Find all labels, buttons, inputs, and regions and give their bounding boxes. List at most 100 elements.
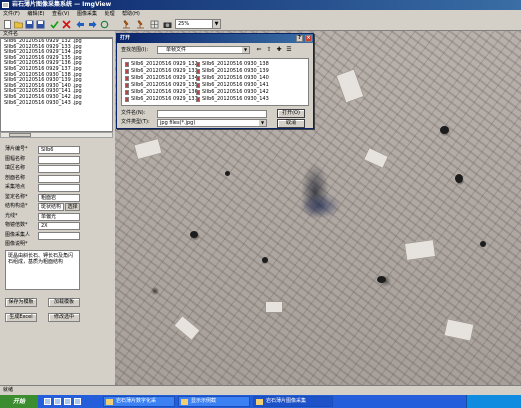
load-template-button[interactable]: 加载模板 <box>48 298 80 307</box>
menu-view[interactable]: 查看(V) <box>49 10 72 18</box>
list-item[interactable]: SIIb6_20120516 0929_135 <box>125 82 198 88</box>
menu-process[interactable]: 处理 <box>102 10 118 18</box>
crystal-grain <box>443 318 475 342</box>
list-item[interactable]: SIIb6_20120516 0929_133 <box>125 68 198 74</box>
list-item[interactable]: SIIb6_20120516 0929_136 <box>125 89 198 95</box>
arrow-right-icon[interactable] <box>88 20 97 29</box>
menu-bar: 文件(F) 编辑(E) 查看(V) 图像采集 处理 帮助(H) <box>0 10 521 18</box>
crystal-grain <box>133 137 163 161</box>
app-icon <box>106 399 113 405</box>
file-name: SIIb6_20120516 0929_137 <box>131 96 198 102</box>
taskbar-item[interactable]: 显示示例截 <box>178 396 250 407</box>
structure-select-button[interactable]: 选择 <box>65 203 80 211</box>
list-item[interactable]: SIIb6_20120516 0930_143 <box>196 96 269 102</box>
dialog-file-list[interactable]: SIIb6_20120516 0929_132 SIIb6_20120516 0… <box>121 58 309 106</box>
file-list-scrollbar[interactable] <box>0 132 113 138</box>
list-item[interactable]: SIIb6_20120516 0930_143 .jpg <box>1 100 112 107</box>
help-icon[interactable]: ? <box>296 35 303 42</box>
open-folder-icon[interactable] <box>14 20 23 29</box>
check-icon[interactable] <box>50 20 59 29</box>
look-in-select[interactable]: 单帧文件 ▼ <box>157 46 250 54</box>
camera-icon[interactable] <box>163 20 172 29</box>
collector-input[interactable] <box>38 232 80 240</box>
close-icon[interactable]: × <box>305 35 312 42</box>
dialog-title: 打开 <box>120 35 131 41</box>
menu-help[interactable]: 帮助(H) <box>119 10 143 18</box>
filename-input[interactable] <box>157 110 267 118</box>
structure-input[interactable]: 斑状结构 <box>38 203 64 211</box>
delete-icon[interactable] <box>62 20 71 29</box>
save-icon[interactable] <box>25 20 34 29</box>
open-button[interactable]: 打开(O) <box>277 109 305 118</box>
list-item[interactable]: SIIb6_20120516 0930_141 <box>196 82 269 88</box>
menu-edit[interactable]: 编辑(E) <box>24 10 47 18</box>
chevron-down-icon[interactable]: ▼ <box>212 20 220 28</box>
quicklaunch-folder-icon[interactable] <box>74 398 81 405</box>
section-name-input[interactable] <box>38 175 80 183</box>
zoom-select[interactable]: 25% ▼ <box>175 19 221 29</box>
file-list-header[interactable]: 文件名 <box>0 31 113 38</box>
list-item[interactable]: SIIb6_20120516 0930_139 <box>196 68 269 74</box>
list-item[interactable]: SIIb6_20120516 0930_138 <box>196 61 269 67</box>
quicklaunch-desktop-icon[interactable] <box>54 398 61 405</box>
crystal-grain <box>363 147 389 169</box>
grid-icon[interactable] <box>150 20 159 29</box>
jpg-file-icon <box>196 90 200 95</box>
taskbar-item-label: 显示示例截 <box>191 398 217 404</box>
magnification-input[interactable]: 2X <box>38 222 80 230</box>
refresh-icon[interactable] <box>100 20 109 29</box>
label-area-name: 填区名称 <box>5 165 26 171</box>
look-in-value: 单帧文件 <box>166 47 187 53</box>
menu-file[interactable]: 文件(F) <box>0 10 23 18</box>
taskbar-item[interactable]: 岩石薄片数字化采 <box>103 396 175 407</box>
map-name-input[interactable] <box>38 156 80 164</box>
cancel-button[interactable]: 取消 <box>277 119 305 128</box>
file-name: SIIb6_20120516 0929_134 <box>131 75 198 81</box>
list-item[interactable]: SIIb6_20120516 0930_142 <box>196 89 269 95</box>
system-tray[interactable] <box>466 395 521 408</box>
file-list[interactable]: SIIb6_20120516 0929_132 .jpg SIIb6_20120… <box>0 38 113 132</box>
start-button[interactable]: 开始 <box>0 395 38 408</box>
file-name: SIIb6_20120516 0929_133 <box>131 68 198 74</box>
view-menu-icon[interactable]: ☰ <box>285 46 293 54</box>
microscope-icon[interactable] <box>122 20 131 29</box>
list-item[interactable]: SIIb6_20120516 0929_137 <box>125 96 198 102</box>
filetype-label: 文件类型(T): <box>121 119 150 125</box>
filetype-select[interactable]: jpg files(*.jpg) ▼ <box>157 119 267 127</box>
save-all-icon[interactable] <box>36 20 45 29</box>
modify-selected-button[interactable]: 修改选中 <box>48 313 80 322</box>
jpg-file-icon <box>125 83 129 88</box>
arrow-left-icon[interactable] <box>76 20 85 29</box>
jpg-file-icon <box>196 76 200 81</box>
list-item[interactable]: SIIb6_20120516 0929_132 <box>125 61 198 67</box>
area-name-input[interactable] <box>38 165 80 173</box>
new-folder-icon[interactable]: ✚ <box>275 46 283 54</box>
jpg-file-icon <box>125 90 129 95</box>
microscope-2-icon[interactable] <box>136 20 145 29</box>
quicklaunch-media-icon[interactable] <box>64 398 71 405</box>
opaque-mineral <box>262 257 268 263</box>
light-input[interactable]: 单偏光 <box>38 213 80 221</box>
chevron-down-icon[interactable]: ▼ <box>242 47 249 53</box>
up-folder-icon[interactable]: ⇧ <box>265 46 273 54</box>
back-icon[interactable]: ⇐ <box>255 46 263 54</box>
scrollbar-thumb[interactable] <box>9 133 31 137</box>
description-textarea[interactable]: 斑晶由斜长石、钾长石及角闪石组成，基质为粗面结构 <box>5 250 80 290</box>
location-input[interactable] <box>38 184 80 192</box>
file-name: SIIb6_20120516 0930_140 <box>202 75 269 81</box>
list-item[interactable]: SIIb6_20120516 0930_140 <box>196 75 269 81</box>
quicklaunch-ie-icon[interactable] <box>44 398 51 405</box>
label-rock-name: 鉴定名称* <box>5 194 28 200</box>
new-file-icon[interactable] <box>3 20 12 29</box>
save-template-button[interactable]: 保存为模板 <box>5 298 37 307</box>
taskbar-item-active[interactable]: 岩石薄片图像采集 <box>253 396 333 407</box>
crystal-grain <box>265 301 283 313</box>
list-item[interactable]: SIIb6_20120516 0929_134 <box>125 75 198 81</box>
rock-name-input[interactable]: 粗面岩 <box>38 194 80 202</box>
menu-capture[interactable]: 图像采集 <box>74 10 100 18</box>
taskbar: 开始 岩石薄片数字化采 显示示例截 岩石薄片图像采集 <box>0 395 521 408</box>
export-excel-button[interactable]: 生成Excel <box>5 313 37 322</box>
jpg-file-icon <box>125 76 129 81</box>
chevron-down-icon[interactable]: ▼ <box>259 120 266 126</box>
slide-no-input[interactable]: SIIb6 <box>38 146 80 154</box>
